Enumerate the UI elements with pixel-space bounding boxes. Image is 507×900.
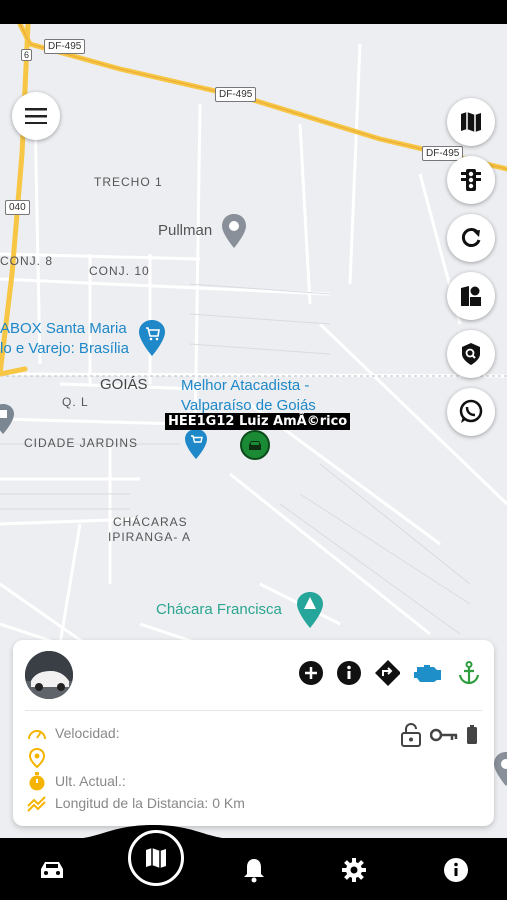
last-update-label: Ult. Actual.: (55, 773, 126, 789)
bell-icon (244, 859, 264, 883)
park-icon[interactable] (297, 592, 323, 628)
bottom-nav (0, 838, 507, 900)
plus-circle-icon (299, 661, 323, 685)
nav-info[interactable] (440, 854, 472, 886)
shield-search-icon (462, 343, 480, 365)
info-button[interactable] (336, 660, 362, 686)
road-shield-df495: DF-495 (44, 39, 86, 54)
hamburger-icon (25, 108, 47, 124)
refresh-icon (461, 228, 481, 247)
anchor-button[interactable] (456, 660, 482, 686)
road-shield-6: 6 (21, 49, 33, 61)
area-label-trecho1: TRECHO 1 (94, 175, 163, 189)
refresh-button[interactable] (447, 214, 495, 262)
nav-notifications[interactable] (238, 854, 270, 886)
whatsapp-icon (459, 399, 483, 423)
map-icon (461, 112, 481, 132)
map-layers-button[interactable] (447, 98, 495, 146)
vehicle-info-card[interactable]: Velocidad: Ult. Actual.: Longitud de la … (13, 640, 494, 826)
car-icon (41, 862, 63, 878)
pin-icon[interactable] (222, 214, 246, 248)
unlock-icon (401, 723, 421, 747)
area-label-ipiranga: IPIRANGA- A (108, 530, 192, 544)
poi-label-pullman: Pullman (158, 222, 213, 239)
card-divider (25, 710, 482, 711)
menu-button[interactable] (12, 92, 60, 140)
vehicle-marker-icon[interactable] (240, 430, 270, 460)
geofence-icon (461, 286, 481, 306)
security-button[interactable] (447, 330, 495, 378)
area-label-chacaras: CHÁCARAS (113, 515, 188, 529)
map-icon (146, 848, 166, 868)
traffic-light-icon (461, 169, 481, 191)
anchor-icon (458, 661, 480, 685)
stopwatch-icon (27, 771, 47, 791)
battery-icon (467, 725, 477, 744)
road-shield-df495: DF-495 (215, 87, 257, 102)
info-icon (444, 858, 468, 882)
card-actions (298, 660, 482, 686)
area-label-cidade-jardins: CIDADE JARDINS (24, 436, 139, 450)
speed-label: Velocidad: (55, 725, 120, 741)
speedometer-icon (27, 723, 47, 743)
geofence-button[interactable] (447, 272, 495, 320)
location-row (27, 748, 55, 768)
whatsapp-button[interactable] (447, 388, 495, 436)
area-label-ql: Q. L (62, 395, 89, 409)
nav-settings[interactable] (338, 854, 370, 886)
poi-label-chacara-francisca: Chácara Francisca (156, 601, 282, 618)
key-icon (430, 728, 458, 742)
nav-vehicles[interactable] (36, 854, 68, 886)
directions-button[interactable] (374, 660, 400, 686)
directions-icon (375, 660, 400, 686)
distance-row: Longitud de la Distancia: 0 Km (27, 793, 245, 813)
vehicle-label: HEE1G12 Luiz AmÃ©rico (165, 413, 351, 430)
poi-label-abox-sub: lo e Varejo: Brasília (0, 340, 129, 357)
distance-icon (27, 793, 47, 813)
engine-icon (414, 665, 441, 682)
engine-button[interactable] (412, 660, 444, 686)
poi-label-atacadista: Melhor Atacadista - (181, 377, 310, 394)
road-shield-040: 040 (5, 200, 30, 215)
area-label-goias: GOIÁS (100, 376, 148, 393)
distance-label: Longitud de la Distancia: 0 Km (55, 795, 245, 811)
status-bar (0, 0, 507, 24)
location-pin-icon (27, 748, 47, 768)
vehicle-avatar[interactable] (25, 651, 73, 699)
shopping-cart-icon[interactable] (139, 320, 165, 356)
poi-label-abox: ABOX Santa Maria (0, 320, 127, 337)
pin-icon[interactable] (494, 752, 507, 786)
info-circle-icon (337, 661, 361, 685)
traffic-button[interactable] (447, 156, 495, 204)
nav-map[interactable] (128, 830, 184, 886)
area-label-conj10: CONJ. 10 (89, 264, 150, 278)
vehicle-status-icons (400, 722, 478, 748)
area-label-conj8: CONJ. 8 (0, 254, 54, 268)
add-button[interactable] (298, 660, 324, 686)
shopping-cart-icon[interactable] (185, 429, 207, 459)
gear-icon (342, 858, 366, 882)
last-update-row: Ult. Actual.: (27, 771, 126, 791)
building-icon[interactable] (0, 404, 14, 434)
speed-row: Velocidad: (27, 723, 120, 743)
